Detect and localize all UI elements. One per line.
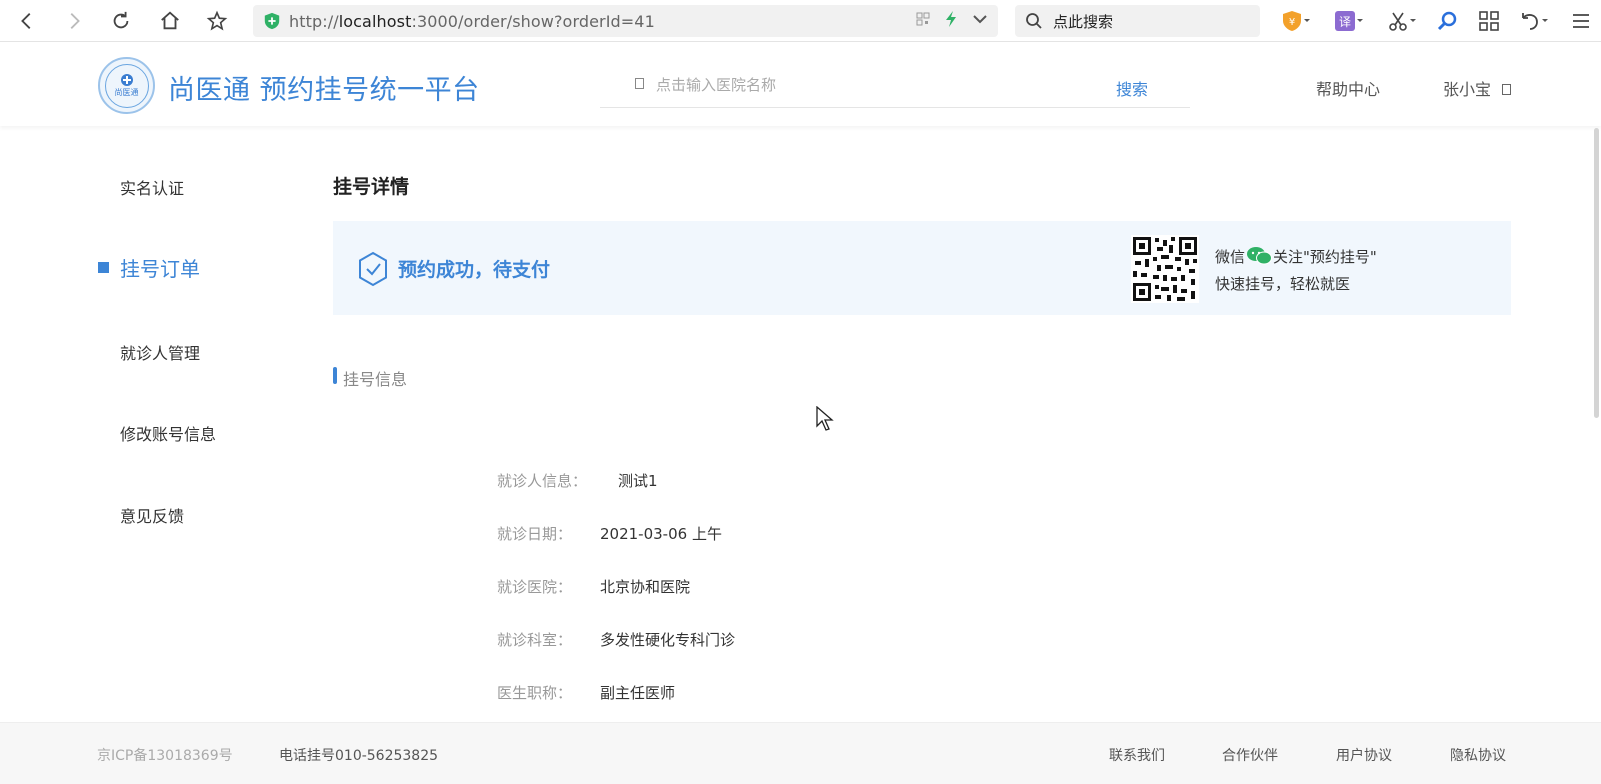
brand-title[interactable]: 尚医通 预约挂号统一平台: [168, 68, 480, 107]
info-row-doctor-title: 医生职称： 副主任医师: [497, 682, 675, 703]
order-status-text: 预约成功，待支付: [398, 259, 551, 281]
footer-link-privacy[interactable]: 隐私协议: [1450, 745, 1506, 765]
site-header: 尚医通 尚医通 预约挂号统一平台 点击输入医院名称 搜索 帮助中心 张小宝: [0, 42, 1601, 126]
wechat-slogan: 快速挂号，轻松就医: [1215, 275, 1351, 293]
lightning-icon[interactable]: [944, 11, 958, 27]
bookmark-star-icon[interactable]: [202, 6, 232, 36]
qrcode-icon[interactable]: [916, 12, 930, 26]
url-text: http://localhost:3000/order/show?orderId…: [289, 11, 655, 31]
info-label: 就诊医院：: [497, 578, 573, 596]
hospital-search: 点击输入医院名称 搜索: [600, 62, 1190, 108]
chevron-down-icon[interactable]: [972, 14, 988, 24]
info-row-date: 就诊日期： 2021-03-06 上午: [497, 523, 722, 544]
browser-search-input[interactable]: 点此搜索: [1015, 5, 1260, 37]
footer-link-partners[interactable]: 合作伙伴: [1222, 745, 1278, 765]
sidebar-item-account[interactable]: 修改账号信息: [120, 421, 216, 445]
section-title: 挂号信息: [333, 366, 407, 390]
sidebar-item-verification[interactable]: 实名认证: [120, 175, 184, 199]
info-row-department: 就诊科室： 多发性硬化专科门诊: [497, 629, 735, 650]
wechat-label: 微信: [1215, 247, 1246, 266]
user-name: 张小宝: [1443, 80, 1492, 99]
wechat-qrcode: [1131, 235, 1199, 303]
undo-icon[interactable]: [1516, 8, 1552, 34]
icp-number: 京ICP备13018369号: [97, 748, 233, 764]
back-icon[interactable]: [12, 6, 42, 36]
magnifier-extension-icon[interactable]: [1434, 8, 1460, 34]
wechat-follow-label: 关注"预约挂号": [1273, 247, 1377, 266]
info-label: 医生职称：: [497, 684, 573, 702]
info-value: 2021-03-06 上午: [600, 525, 722, 543]
home-icon[interactable]: [155, 6, 185, 36]
phone-booking: 电话挂号010-56253825: [279, 748, 439, 764]
site-footer: 京ICP备13018369号 电话挂号010-56253825 联系我们 合作伙…: [0, 722, 1601, 784]
info-row-hospital: 就诊医院： 北京协和医院: [497, 576, 690, 597]
svg-text:译: 译: [1339, 15, 1351, 29]
wechat-follow-text: 微信 关注"预约挂号": [1215, 245, 1377, 267]
search-box-icon: [635, 78, 644, 89]
sidebar-item-patients[interactable]: 就诊人管理: [120, 340, 200, 364]
scissors-icon[interactable]: [1384, 8, 1420, 34]
help-center-link[interactable]: 帮助中心: [1316, 76, 1380, 100]
footer-link-contact[interactable]: 联系我们: [1109, 745, 1165, 765]
hospital-search-input[interactable]: 点击输入医院名称: [656, 74, 776, 95]
menu-icon[interactable]: [1568, 8, 1594, 34]
apps-grid-icon[interactable]: [1476, 8, 1502, 34]
logo-text: 尚医通: [114, 88, 139, 97]
search-button[interactable]: 搜索: [1116, 76, 1148, 100]
search-icon: [1026, 13, 1042, 29]
info-label: 就诊日期：: [497, 525, 573, 543]
site-logo[interactable]: 尚医通: [98, 57, 155, 114]
info-value: 北京协和医院: [600, 578, 691, 596]
active-indicator: [98, 262, 109, 273]
footer-link-terms[interactable]: 用户协议: [1336, 745, 1392, 765]
info-row-patient: 就诊人信息： 测试1: [497, 470, 658, 491]
page-title: 挂号详情: [333, 176, 410, 198]
browser-toolbar: http://localhost:3000/order/show?orderId…: [0, 0, 1601, 42]
info-label: 就诊科室：: [497, 631, 573, 649]
shield-extension-icon[interactable]: ¥: [1278, 8, 1314, 34]
sidebar-item-orders[interactable]: 挂号订单: [120, 253, 200, 282]
info-value: 多发性硬化专科门诊: [600, 631, 736, 649]
order-status-banner: 预约成功，待支付 微信 关注"预约挂号" 快速挂号，轻松就医: [333, 221, 1511, 315]
info-value: 测试1: [618, 472, 658, 490]
address-bar[interactable]: http://localhost:3000/order/show?orderId…: [253, 5, 998, 37]
medical-cross-icon: [120, 74, 133, 86]
svg-text:¥: ¥: [1289, 17, 1295, 28]
sidebar-item-feedback[interactable]: 意见反馈: [120, 503, 184, 527]
mouse-cursor-icon: [816, 406, 834, 431]
info-label: 就诊人信息：: [497, 472, 588, 490]
browser-search-placeholder: 点此搜索: [1053, 12, 1114, 31]
user-dropdown-icon: [1502, 84, 1512, 95]
translate-extension-icon[interactable]: 译: [1331, 8, 1367, 34]
secure-shield-icon: [264, 12, 280, 30]
success-check-icon: [359, 251, 387, 287]
info-value: 副主任医师: [600, 684, 676, 702]
scrollbar-thumb[interactable]: [1594, 128, 1599, 418]
reload-icon[interactable]: [106, 6, 136, 36]
forward-icon[interactable]: [59, 6, 89, 36]
wechat-icon: [1247, 247, 1273, 265]
user-menu[interactable]: 张小宝: [1443, 76, 1512, 100]
